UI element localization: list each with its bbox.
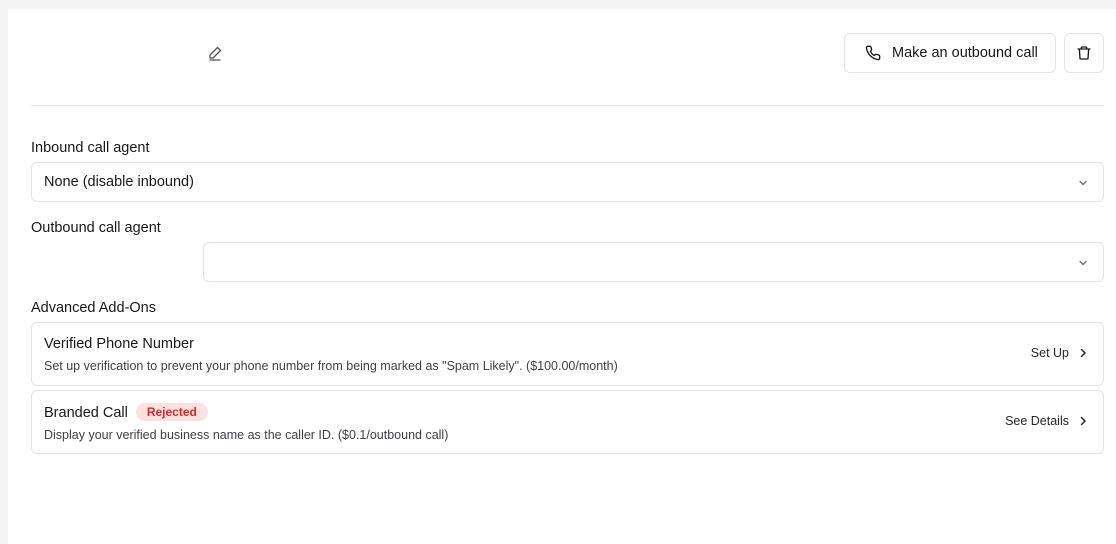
set-up-label: Set Up (1030, 346, 1069, 360)
phone-icon (865, 45, 881, 61)
delete-button[interactable] (1064, 33, 1104, 73)
inbound-agent-select[interactable]: None (disable inbound) (31, 162, 1104, 202)
make-outbound-call-button[interactable]: Make an outbound call (844, 33, 1056, 73)
inbound-agent-label: Inbound call agent (31, 140, 150, 156)
addon-card-branded-call: Branded Call Rejected Display your verifi… (31, 390, 1104, 454)
advanced-addons-label: Advanced Add-Ons (31, 300, 156, 316)
see-details-label: See Details (1005, 414, 1069, 428)
addon-description: Set up verification to prevent your phon… (44, 359, 618, 373)
outbound-agent-label: Outbound call agent (31, 220, 161, 236)
pencil-icon[interactable] (207, 45, 223, 61)
chevron-down-icon (1077, 256, 1089, 268)
addon-title: Branded Call (44, 405, 128, 421)
phone-number-settings-panel: Make an outbound call Inbound call agent… (8, 9, 1116, 544)
make-outbound-call-label: Make an outbound call (892, 45, 1038, 61)
outbound-agent-select[interactable] (203, 242, 1104, 282)
addon-title-row: Branded Call Rejected (44, 403, 208, 421)
chevron-right-icon (1077, 415, 1089, 427)
chevron-down-icon (1077, 176, 1089, 188)
set-up-button[interactable]: Set Up (1031, 346, 1089, 360)
addon-description: Display your verified business name as t… (44, 428, 449, 442)
inbound-agent-value: None (disable inbound) (44, 174, 194, 190)
addon-title: Verified Phone Number (44, 336, 194, 352)
trash-icon (1076, 45, 1092, 61)
header-divider (31, 105, 1104, 106)
see-details-button[interactable]: See Details (1005, 414, 1089, 428)
addon-card-verified-phone: Verified Phone Number Set up verificatio… (31, 322, 1104, 386)
chevron-right-icon (1077, 347, 1089, 359)
status-badge: Rejected (135, 403, 208, 421)
